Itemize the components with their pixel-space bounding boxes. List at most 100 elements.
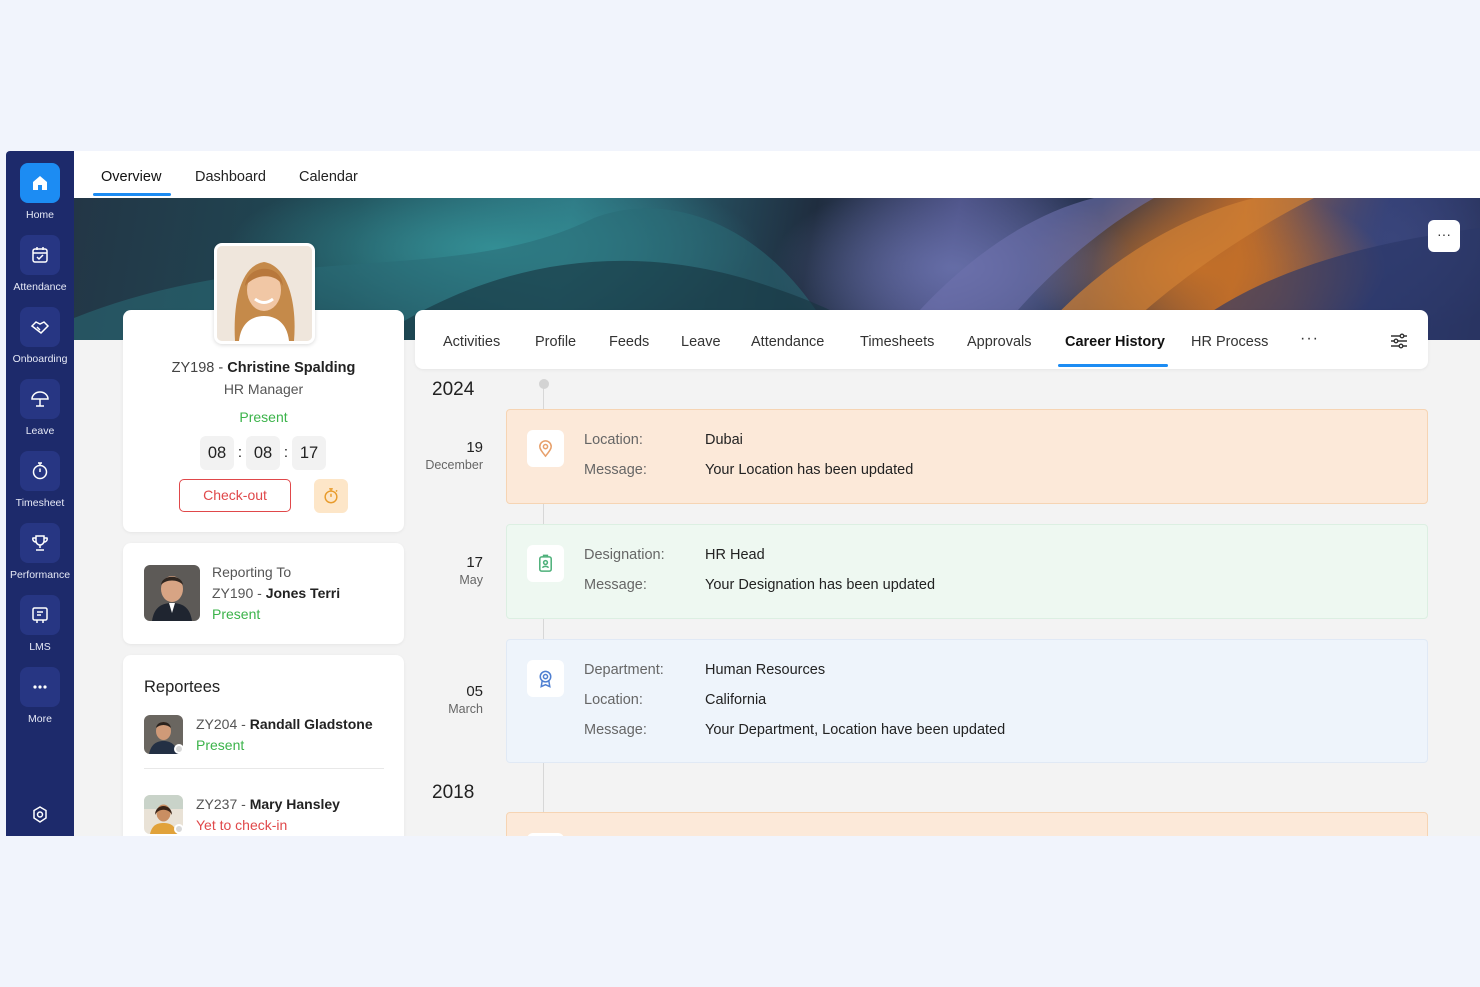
sidebar-item-lms[interactable]: LMS [6,595,74,667]
calendar-check-icon [20,235,60,275]
filter-settings-icon[interactable] [1390,332,1408,350]
presence-dot [174,744,184,754]
entry-date: 05 March [448,683,483,716]
sidebar-item-attendance[interactable]: Attendance [6,235,74,307]
entry-date: 19 December [425,439,483,472]
manager-name-line[interactable]: ZY190 - Jones Terri [212,585,340,601]
sidebar-item-label: Timesheet [15,497,65,509]
employee-avatar[interactable] [214,243,315,344]
timer-hours: 08 [200,436,234,470]
tab-calendar[interactable]: Calendar [299,169,358,185]
reportee-status: Present [196,737,245,753]
banner-more-button[interactable]: ··· [1428,220,1460,252]
timer-icon [20,451,60,491]
sidebar-item-label: Attendance [13,281,67,293]
timeline-dot [539,379,549,389]
more-dots-icon [20,667,60,707]
stopwatch-icon [324,488,338,504]
sidebar-item-label: Home [25,209,54,221]
app-window: Home Attendance Onboarding Leave Timeshe… [6,151,1480,836]
timer-seconds: 17 [292,436,326,470]
tab-activities[interactable]: Activities [443,334,500,350]
settings-icon [20,795,60,835]
employee-role: HR Manager [223,381,304,397]
tab-dashboard[interactable]: Dashboard [195,169,266,185]
entry-icon-partial [527,833,564,836]
checkin-timer: 08:08:17 [200,436,326,470]
entry-value: HR Head [705,547,765,563]
location-pin-icon [527,430,564,467]
reportees-title: Reportees [144,678,221,696]
entry-value: Your Department, Location have been upda… [705,722,1006,738]
timeline-year: 2018 [432,782,475,803]
manager-status: Present [212,606,261,622]
entry-value: California [705,692,767,708]
reportee-status: Yet to check-in [196,817,288,833]
active-tab-indicator [1058,364,1168,367]
sidebar-item-label: Leave [25,425,55,437]
handshake-icon [20,307,60,347]
manager-portrait [144,565,200,621]
avatar-portrait [217,246,312,341]
tabs-more-button[interactable]: ··· [1300,330,1319,348]
tab-leave[interactable]: Leave [681,334,721,350]
tab-timesheets[interactable]: Timesheets [860,334,934,350]
career-entry-location[interactable]: Location: Dubai Message: Your Location h… [506,409,1428,504]
sidebar-item-leave[interactable]: Leave [6,379,74,451]
checkout-button[interactable]: Check-out [179,479,291,512]
sidebar-item-home[interactable]: Home [6,163,74,235]
entry-key: Message: [584,462,647,478]
stopwatch-button[interactable] [314,479,348,513]
career-entry-department[interactable]: Department: Human Resources Location: Ca… [506,639,1428,763]
home-icon [20,163,60,203]
career-entry-partial[interactable] [506,812,1428,836]
entry-key: Designation: [584,547,665,563]
entry-value: Human Resources [705,662,826,678]
entry-key: Message: [584,722,647,738]
attendance-status: Present [239,409,288,425]
reportee-name-line[interactable]: ZY237 - Mary Hansley [196,796,340,812]
reportee-name-line[interactable]: ZY204 - Randall Gladstone [196,716,373,732]
active-tab-indicator [93,193,171,196]
top-navigation: Overview Dashboard Calendar [74,151,1480,198]
reporting-to-card: Reporting To ZY190 - Jones Terri Present [123,543,404,644]
sidebar-item-label: Onboarding [12,353,68,365]
trophy-icon [20,523,60,563]
tab-hr-process[interactable]: HR Process [1191,334,1268,350]
tab-approvals[interactable]: Approvals [967,334,1031,350]
sidebar-item-more[interactable]: More [6,667,74,739]
entry-key: Location: [584,692,643,708]
award-ribbon-icon [527,660,564,697]
manager-avatar[interactable] [144,565,200,621]
entry-key: Location: [584,432,643,448]
tab-career-history[interactable]: Career History [1065,334,1165,350]
sidebar-item-label: Performance [9,569,71,581]
reportees-card: Reportees ZY204 - Randall Gladstone Pres… [123,655,404,836]
sidebar-settings[interactable] [6,795,74,835]
divider [144,768,384,769]
timeline-year: 2024 [432,379,475,400]
tab-feeds[interactable]: Feeds [609,334,649,350]
tab-attendance[interactable]: Attendance [751,334,824,350]
manager-name: Jones Terri [265,585,341,601]
reporting-to-label: Reporting To [212,564,292,580]
tab-overview[interactable]: Overview [101,169,161,185]
tab-profile[interactable]: Profile [535,334,576,350]
manager-id: ZY190 [212,585,254,601]
employee-name-line: ZY198 - Christine Spalding [171,360,356,376]
umbrella-icon [20,379,60,419]
entry-value: Your Location has been updated [705,462,914,478]
id-badge-icon [527,545,564,582]
sidebar-item-onboarding[interactable]: Onboarding [6,307,74,379]
book-icon [20,595,60,635]
employee-name: Christine Spalding [227,360,356,376]
entry-value: Your Designation has been updated [705,577,936,593]
entry-key: Message: [584,577,647,593]
entry-key: Department: [584,662,664,678]
presence-dot [174,824,184,834]
sidebar-item-label: More [28,713,52,725]
career-entry-designation[interactable]: Designation: HR Head Message: Your Desig… [506,524,1428,619]
sidebar-item-performance[interactable]: Performance [6,523,74,595]
employee-id: ZY198 [171,360,215,376]
sidebar-item-timesheet[interactable]: Timesheet [6,451,74,523]
